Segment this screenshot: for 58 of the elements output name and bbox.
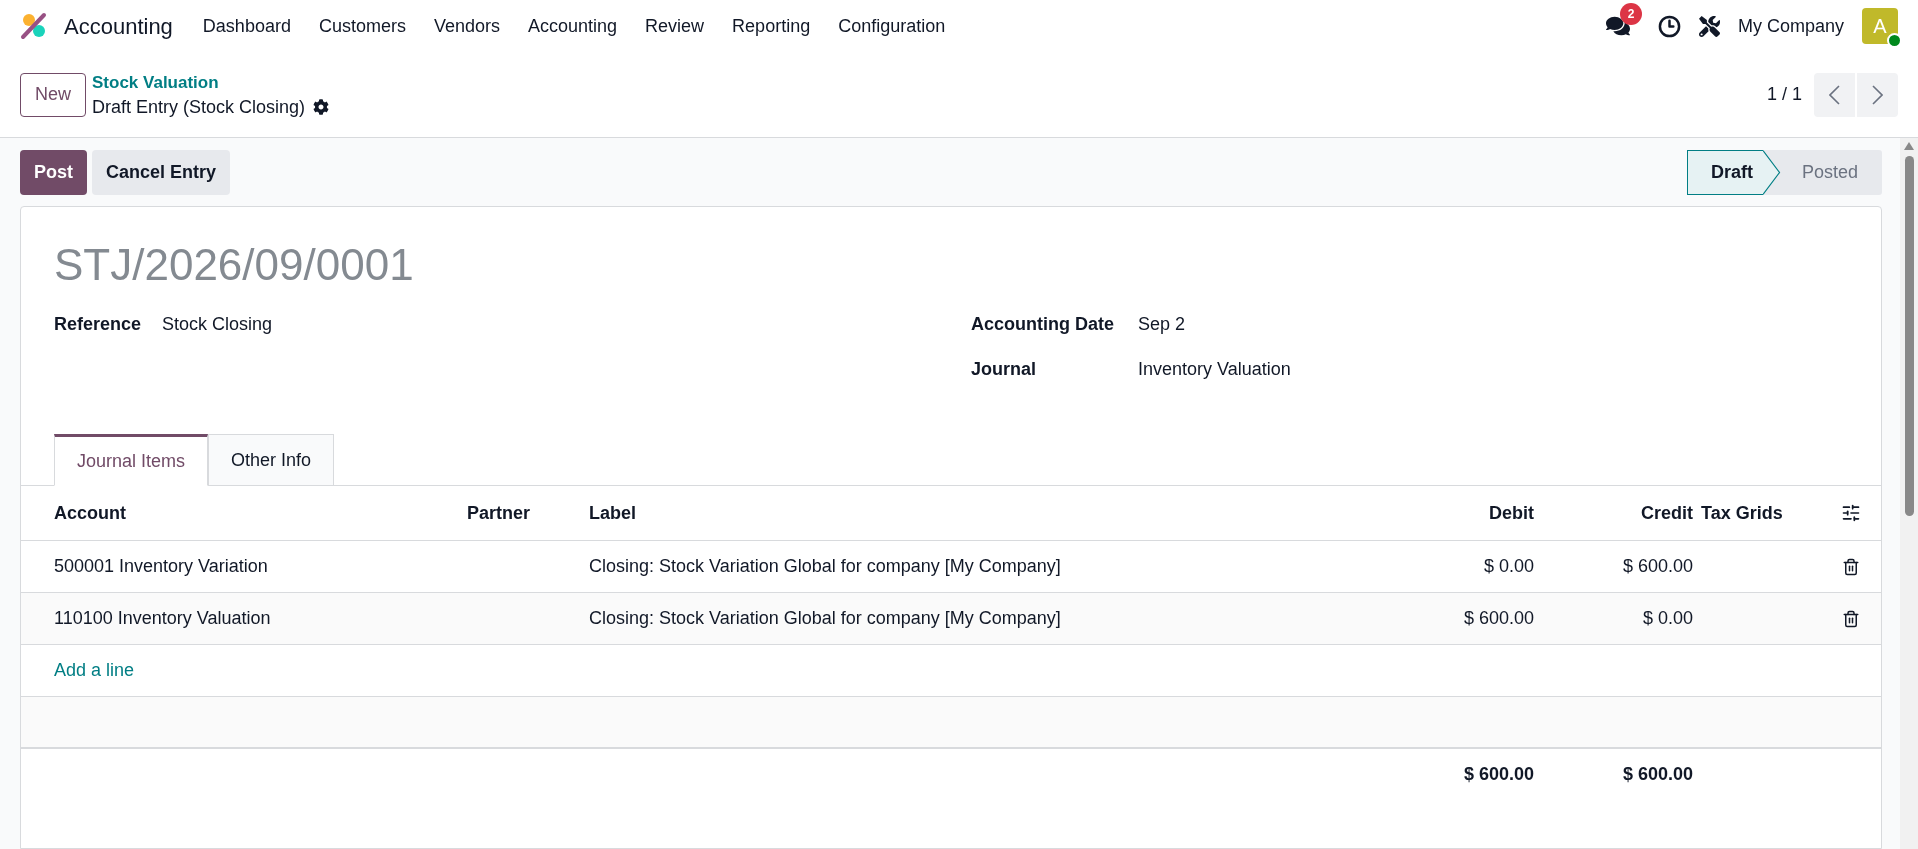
field-label: Reference [54,313,143,336]
new-button[interactable]: New [20,72,86,117]
online-status-icon [1887,33,1902,48]
column-settings-icon[interactable] [1841,503,1861,523]
pager-value[interactable]: 1 / 1 [1766,81,1802,108]
entry-title: STJ/2026/09/0001 [54,239,415,291]
delete-icon[interactable] [1842,557,1860,576]
tools-icon[interactable] [1698,15,1720,37]
credit-total: $ 600.00 [1622,762,1693,786]
table-cell-text: Closing: Stock Variation Global for company [My Company] [589,555,1061,578]
gear-icon[interactable] [313,99,330,115]
chevron-right-icon [1872,84,1883,105]
clock-icon[interactable] [1657,14,1681,38]
post-button[interactable]: Post [20,150,87,195]
field-value: Inventory Valuation [1138,358,1291,381]
menu-item[interactable]: Reporting [718,4,825,48]
messages-icon[interactable] [1605,14,1630,38]
field-label: Journal [971,358,1037,381]
journal-item-row[interactable]: 110100 Inventory Valuation Closing: Stock Variation Global for company [My Company] $ 600.00 $ 0.00 [21,593,1881,645]
record-name: Draft Entry (Stock Closing) [92,95,306,119]
column-header[interactable]: Tax Grids [1701,499,1821,527]
table-cell-text: $ 0.00 [1642,607,1693,630]
app-logo-icon[interactable] [20,12,48,40]
menu-item[interactable]: Dashboard [188,4,305,48]
menu-item[interactable]: Accounting [514,4,632,48]
menu-item[interactable]: Vendors [419,4,514,48]
column-header[interactable]: Account [54,499,467,527]
notification-badge: 2 [1619,3,1642,25]
table-cell-text: $ 600.00 [1463,607,1534,630]
form-tab[interactable]: Journal Items [54,434,209,486]
table-cell-text: 110100 Inventory Valuation [54,607,271,630]
table-cell-text: $ 0.00 [1483,555,1534,578]
menu-item[interactable]: Configuration [824,4,960,48]
column-header[interactable]: Credit [1542,499,1701,527]
table-cell-text: $ 600.00 [1622,555,1693,578]
menu-item[interactable]: Review [631,4,719,48]
table-cell-text: Closing: Stock Variation Global for company [My Company] [589,607,1061,630]
stage-arrow-icon [1762,150,1781,195]
delete-icon[interactable] [1842,609,1860,628]
status-stage[interactable]: Posted [1763,150,1882,195]
company-switcher[interactable]: My Company [1737,12,1844,40]
add-line-link[interactable]: Add a line [54,657,135,684]
field-value: Sep 2 [1138,313,1186,336]
menu-item[interactable]: Customers [304,4,420,48]
column-header[interactable]: Debit [1392,499,1542,527]
debit-total: $ 600.00 [1463,762,1534,786]
field-label: Accounting Date [971,313,1115,336]
scroll-up-icon[interactable] [1904,142,1914,150]
form-tab[interactable]: Other Info [208,434,335,486]
column-header[interactable]: Label [589,499,1392,527]
app-name[interactable]: Accounting [64,9,173,43]
scrollbar[interactable] [1900,138,1918,849]
chevron-left-icon [1829,84,1840,105]
column-header[interactable]: Partner [467,499,589,527]
breadcrumb-link[interactable]: Stock Valuation [92,69,330,95]
cancel-entry-button[interactable]: Cancel Entry [92,150,231,195]
table-cell-text: 500001 Inventory Variation [54,555,268,578]
field-value: Stock Closing [162,313,273,336]
